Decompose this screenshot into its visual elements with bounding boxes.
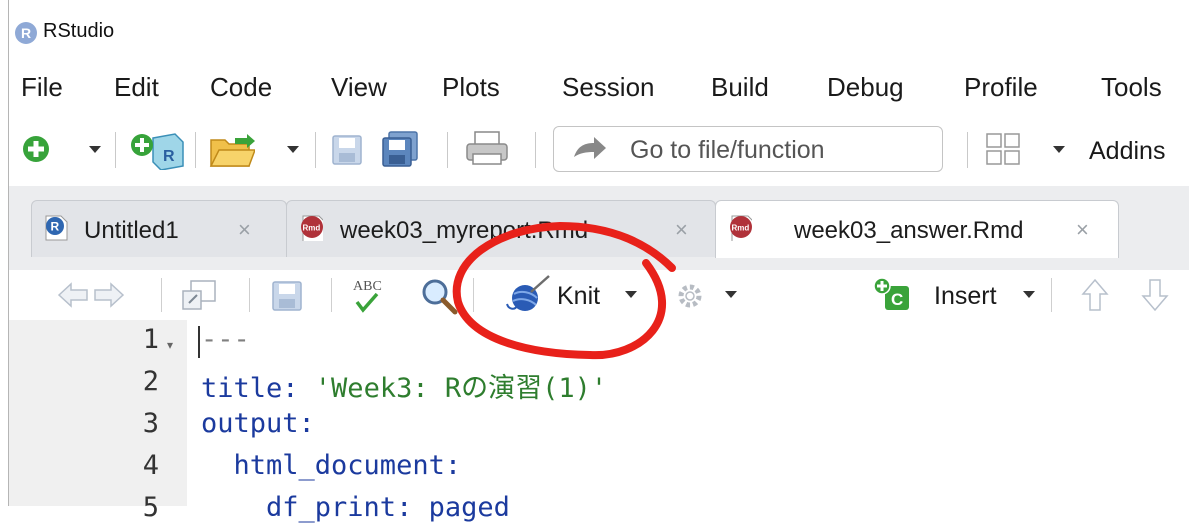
fold-toggle-icon[interactable]: ▾: [167, 338, 173, 352]
line-number: 5: [142, 492, 159, 523]
toolbar-divider: [473, 278, 474, 312]
insert-chunk-button[interactable]: Insert: [934, 282, 997, 311]
menu-plots[interactable]: Plots: [442, 72, 500, 103]
code-line: html_document:: [201, 450, 462, 481]
menu-profile[interactable]: Profile: [964, 72, 1038, 103]
toolbar-divider: [195, 132, 196, 168]
close-tab-icon[interactable]: ×: [675, 217, 688, 243]
knit-dropdown-icon[interactable]: [625, 291, 637, 298]
save-all-icon[interactable]: [381, 130, 419, 168]
rstudio-window: R RStudio File Edit Code View Plots Sess…: [8, 0, 1189, 523]
rstudio-logo-icon: R: [15, 22, 37, 44]
close-tab-icon[interactable]: ×: [238, 217, 251, 243]
open-file-dropdown-icon[interactable]: [287, 146, 299, 153]
find-replace-icon[interactable]: [419, 276, 459, 316]
r-script-icon: R: [45, 215, 68, 241]
menu-file[interactable]: File: [21, 72, 63, 103]
toolbar-divider: [315, 132, 316, 168]
tab-label: Untitled1: [84, 217, 179, 244]
yaml-key: title:: [201, 373, 315, 404]
line-number: 4: [142, 450, 159, 481]
go-to-previous-section-icon[interactable]: [1081, 278, 1109, 312]
yaml-string: 'Week3: Rの演習(1)': [314, 373, 608, 404]
back-arrow-icon[interactable]: [57, 280, 89, 310]
svg-text:Rmd: Rmd: [303, 224, 321, 233]
svg-text:ABC: ABC: [353, 279, 382, 294]
menu-bar: File Edit Code View Plots Session Build …: [9, 62, 1189, 114]
pane-layout-icon[interactable]: [985, 132, 1021, 166]
go-to-arrow-icon: [574, 137, 606, 159]
toolbar-divider: [115, 132, 116, 168]
source-tabs: R Untitled1 × Rmd week03_myreport.Rmd × …: [9, 186, 1189, 270]
forward-arrow-icon[interactable]: [93, 280, 125, 310]
rmd-icon: Rmd: [301, 215, 323, 241]
code-editor[interactable]: 1 ▾ 2 3 4 5 --- title: 'Week3: Rの演習(1)' …: [9, 320, 1189, 523]
line-number: 1: [142, 324, 159, 355]
addins-menu[interactable]: Addins: [1089, 137, 1165, 166]
menu-session[interactable]: Session: [562, 72, 655, 103]
print-icon[interactable]: [465, 130, 509, 166]
go-to-placeholder: Go to file/function: [630, 136, 825, 164]
save-icon[interactable]: [331, 134, 363, 166]
spell-check-icon[interactable]: ABC: [347, 274, 391, 318]
insert-chunk-icon[interactable]: C: [869, 274, 917, 314]
main-toolbar: R Go to file/function Addins: [9, 114, 1189, 187]
code-line: title: 'Week3: Rの演習(1)': [201, 366, 607, 405]
toolbar-divider: [967, 132, 968, 168]
svg-text:R: R: [51, 220, 60, 234]
close-tab-icon[interactable]: ×: [1076, 217, 1089, 243]
editor-toolbar: ABC Knit C Insert: [9, 270, 1189, 321]
menu-code[interactable]: Code: [210, 72, 272, 103]
pane-layout-dropdown-icon[interactable]: [1053, 146, 1065, 153]
toolbar-divider: [535, 132, 536, 168]
go-to-file-input[interactable]: Go to file/function: [553, 126, 943, 172]
window-title: RStudio: [43, 20, 115, 42]
gear-icon[interactable]: [673, 279, 707, 313]
line-number: 3: [142, 408, 159, 439]
yaml-key: df_print: paged: [201, 492, 510, 523]
menu-build[interactable]: Build: [711, 72, 769, 103]
go-to-next-section-icon[interactable]: [1141, 278, 1169, 312]
menu-edit[interactable]: Edit: [114, 72, 159, 103]
yaml-delimiter: ---: [201, 324, 250, 355]
save-icon[interactable]: [271, 280, 303, 312]
code-line: df_print: paged: [201, 492, 510, 523]
toolbar-divider: [331, 278, 332, 312]
tab-untitled1[interactable]: R Untitled1 ×: [31, 200, 287, 257]
code-line: ---: [201, 324, 250, 355]
line-number: 2: [142, 366, 159, 397]
show-in-window-icon[interactable]: [181, 279, 217, 311]
settings-dropdown-icon[interactable]: [725, 291, 737, 298]
toolbar-divider: [161, 278, 162, 312]
tab-week03-myreport[interactable]: Rmd week03_myreport.Rmd ×: [286, 200, 716, 257]
tab-label: week03_myreport.Rmd: [340, 217, 589, 244]
menu-debug[interactable]: Debug: [827, 72, 904, 103]
open-file-icon[interactable]: [209, 132, 255, 168]
text-cursor: [198, 326, 200, 358]
svg-text:R: R: [163, 148, 175, 165]
insert-dropdown-icon[interactable]: [1023, 291, 1035, 298]
new-file-icon[interactable]: [21, 134, 51, 164]
new-project-icon[interactable]: R: [129, 132, 185, 170]
title-bar: R RStudio: [9, 0, 1189, 62]
svg-text:C: C: [891, 290, 903, 309]
knit-button[interactable]: Knit: [557, 282, 600, 311]
new-file-dropdown-icon[interactable]: [89, 146, 101, 153]
knit-icon[interactable]: [505, 274, 553, 314]
toolbar-divider: [447, 132, 448, 168]
yaml-key: html_document:: [201, 450, 462, 481]
menu-tools[interactable]: Tools: [1101, 72, 1162, 103]
code-line: output:: [201, 408, 315, 439]
toolbar-divider: [249, 278, 250, 312]
toolbar-divider: [1051, 278, 1052, 312]
menu-view[interactable]: View: [331, 72, 387, 103]
rmd-icon: Rmd: [730, 215, 752, 241]
tab-week03-answer[interactable]: Rmd week03_answer.Rmd ×: [715, 200, 1119, 258]
tab-label: week03_answer.Rmd: [794, 217, 1024, 244]
svg-text:Rmd: Rmd: [732, 224, 750, 233]
yaml-key: output:: [201, 408, 315, 439]
